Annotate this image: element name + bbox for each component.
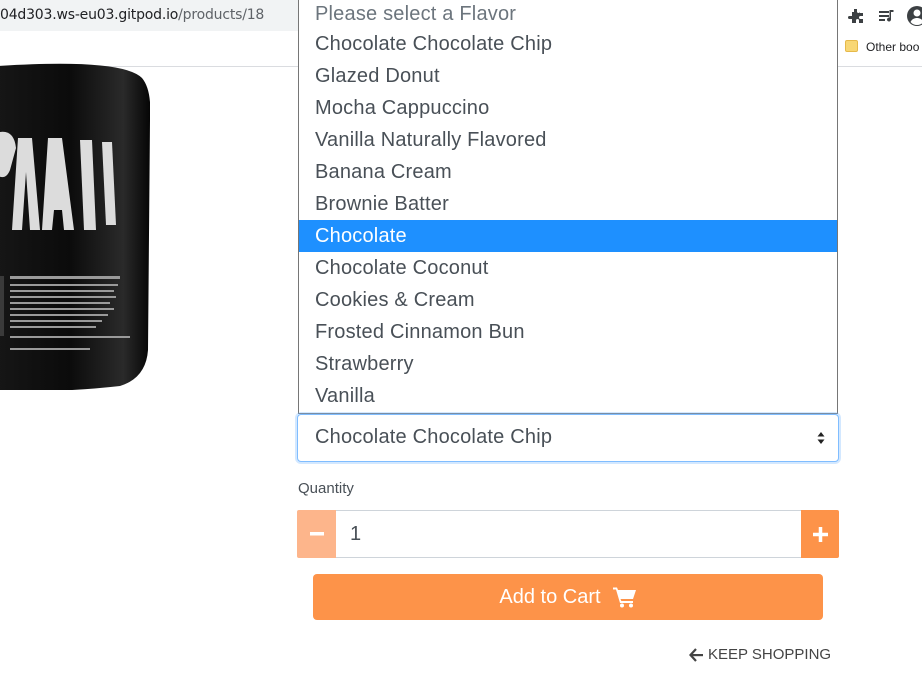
flavor-select-value: Chocolate Chocolate Chip (315, 426, 553, 448)
select-caret-icon (816, 429, 826, 447)
quantity-stepper: 1 (297, 510, 839, 558)
product-image (0, 63, 150, 390)
address-bar-text[interactable]: 04d303.ws-eu03.gitpod.io/products/18 (0, 7, 264, 23)
quantity-increment-button[interactable] (801, 510, 839, 558)
flavor-option[interactable]: Glazed Donut (299, 60, 837, 92)
flavor-select[interactable]: Chocolate Chocolate Chip (297, 414, 839, 462)
keep-shopping-link[interactable]: KEEP SHOPPING (689, 646, 831, 663)
flavor-option-highlighted[interactable]: Chocolate (299, 220, 837, 252)
flavor-option[interactable]: Banana Cream (299, 156, 837, 188)
flavor-option[interactable]: Chocolate Chocolate Chip (299, 28, 837, 60)
flavor-option[interactable]: Vanilla Naturally Flavored (299, 124, 837, 156)
flavor-option[interactable]: Brownie Batter (299, 188, 837, 220)
minus-icon (309, 532, 324, 536)
flavor-option[interactable]: Mocha Cappuccino (299, 92, 837, 124)
quantity-label: Quantity (298, 480, 354, 497)
flavor-option[interactable]: Chocolate Coconut (299, 252, 837, 284)
flavor-option[interactable]: Vanilla (299, 380, 837, 412)
plus-icon (812, 526, 828, 542)
address-bar[interactable]: 04d303.ws-eu03.gitpod.io/products/18 (0, 0, 320, 31)
add-to-cart-button[interactable]: Add to Cart (313, 574, 823, 620)
reading-list-icon[interactable] (877, 6, 897, 26)
quantity-input[interactable]: 1 (336, 510, 801, 558)
url-host: 04d303.ws-eu03.gitpod.io (0, 7, 179, 23)
other-bookmarks-link[interactable]: Other boo (866, 40, 919, 54)
url-path: /products/18 (178, 7, 265, 23)
keep-shopping-label: KEEP SHOPPING (708, 646, 832, 663)
flavor-option[interactable]: Cookies & Cream (299, 284, 837, 316)
extensions-icon[interactable] (846, 6, 866, 26)
flavor-dropdown-list[interactable]: Please select a Flavor Chocolate Chocola… (298, 0, 838, 414)
arrow-left-icon (689, 647, 703, 662)
profile-icon[interactable] (906, 5, 922, 27)
folder-icon (845, 40, 858, 52)
shopping-cart-icon (612, 587, 636, 608)
quantity-decrement-button[interactable] (297, 510, 336, 558)
flavor-option[interactable]: Strawberry (299, 348, 837, 380)
flavor-option[interactable]: Please select a Flavor (299, 0, 837, 28)
flavor-option[interactable]: Frosted Cinnamon Bun (299, 316, 837, 348)
add-to-cart-label: Add to Cart (499, 585, 601, 608)
